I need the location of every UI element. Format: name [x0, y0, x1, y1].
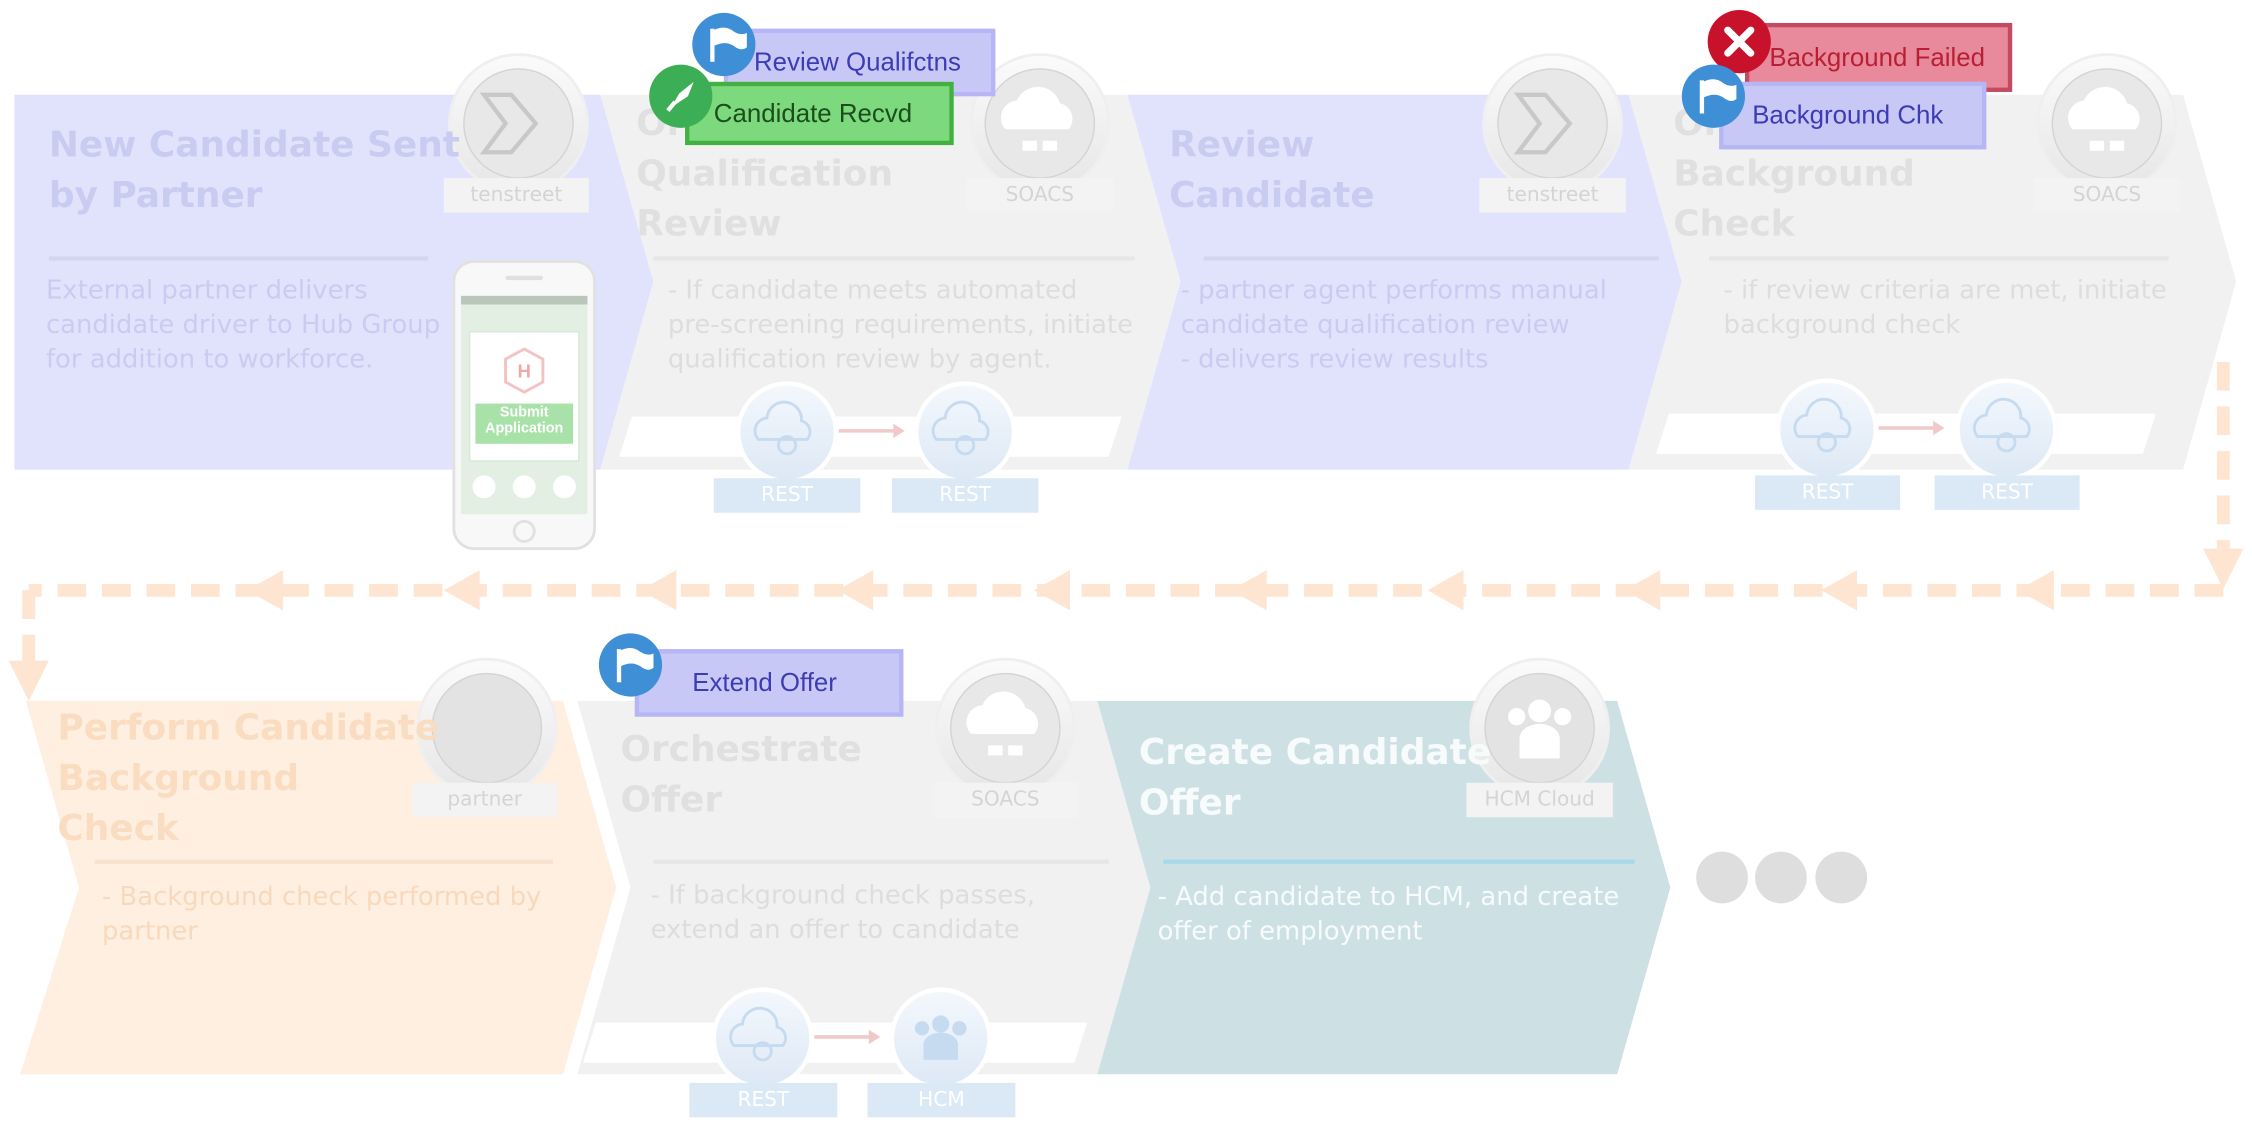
marker-candidate-received[interactable]: Candidate Recvd	[685, 81, 954, 146]
marker-background-check[interactable]: Background Chk	[1719, 81, 1987, 150]
tenstreet-icon	[448, 53, 589, 194]
system-tag: SOACS	[932, 782, 1079, 818]
step-title: Perform Candidate Background Check	[57, 706, 440, 849]
continuation-dots	[1696, 851, 1868, 904]
step-description: - Background check performed by partner	[101, 881, 542, 947]
rest-connector-icon	[736, 381, 839, 484]
rest-connector-icon	[711, 987, 814, 1090]
rest-connector-icon	[914, 381, 1017, 484]
step-description: - If background check passes, extend an …	[650, 880, 1035, 946]
flag-icon	[598, 633, 663, 697]
cloud-icon	[2036, 53, 2178, 194]
connector-tag: REST	[689, 1082, 838, 1118]
connector-tag: REST	[1755, 475, 1901, 510]
step-title: Review Candidate	[1169, 123, 1375, 216]
system-tag: tenstreet	[1479, 178, 1626, 213]
hcm-connector-icon	[889, 987, 992, 1090]
step-title: Orchestrate Offer	[620, 728, 862, 821]
step-title: New Candidate Sent by Partner	[48, 123, 460, 216]
step-description: External partner delivers candidate driv…	[45, 275, 441, 375]
step-description: - if review criteria are met, initiate b…	[1723, 275, 2167, 341]
step-description: - If candidate meets automated pre-scree…	[667, 275, 1134, 375]
connector-tag: HCM	[867, 1082, 1016, 1118]
system-tag: partner	[412, 782, 558, 818]
cloud-icon	[934, 657, 1076, 799]
flag-icon	[1681, 64, 1746, 128]
tenstreet-icon	[1482, 53, 1623, 194]
rest-connector-icon	[1955, 378, 2058, 481]
submit-application-button-label: Submit Application	[485, 405, 564, 437]
step-title: Create Candidate Offer	[1138, 731, 1492, 823]
start-icon	[649, 64, 713, 128]
hcm-cloud-icon	[1469, 657, 1611, 799]
process-flow-diagram: H New Candidate Sent by Partner External…	[0, 0, 2252, 1127]
system-tag: SOACS	[2033, 178, 2181, 213]
connector-tag: REST	[891, 478, 1039, 513]
system-tag: HCM Cloud	[1466, 782, 1613, 818]
hub-group-logo: H	[517, 361, 530, 382]
system-tag: tenstreet	[443, 178, 589, 213]
marker-extend-offer[interactable]: Extend Offer	[634, 649, 904, 717]
step-description: - partner agent performs manual candidat…	[1180, 275, 1607, 375]
system-tag: SOACS	[966, 178, 1114, 213]
connector-tag: REST	[713, 478, 861, 513]
connector-tag: REST	[1934, 475, 2080, 510]
rest-connector-icon	[1775, 378, 1878, 481]
step-description: - Add candidate to HCM, and create offer…	[1157, 881, 1620, 947]
flow-arrowheads	[8, 548, 2244, 701]
